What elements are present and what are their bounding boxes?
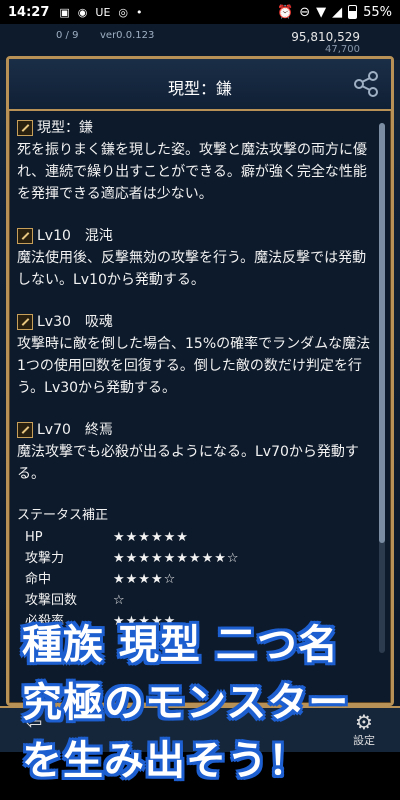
- status-key: 命中: [25, 572, 52, 587]
- section-title-text: Lv30 吸魂: [37, 314, 113, 330]
- notification-icons: ▣ ◉ UE ◎ •: [59, 6, 142, 19]
- status-row: HP ★★★★★★: [17, 527, 377, 548]
- section-body: 攻撃時に敵を倒した場合、15%の確率でランダムな魔法1つの使用回数を回復する。倒…: [17, 336, 371, 396]
- status-heading: ステータス補正: [17, 508, 109, 523]
- sword-icon: [17, 422, 33, 438]
- sword-icon: [17, 228, 33, 244]
- status-row: 命中 ★★★★☆: [17, 569, 377, 590]
- status-stars: ★★★★★★★★★☆: [113, 551, 240, 566]
- screen: 14:27 ▣ ◉ UE ◎ • ⏰ ⊖ ▼ ◢ 55% 0 / 9 ver0.…: [0, 0, 400, 800]
- section-title-text: Lv70 終焉: [37, 422, 113, 438]
- section-title-text: Lv10 混沌: [37, 228, 113, 244]
- modal-header: 現型：鎌: [9, 59, 391, 111]
- signal-icon: ◢: [332, 4, 343, 20]
- status-time: 14:27: [8, 4, 50, 20]
- status-stars: ★★★★★★: [113, 530, 189, 545]
- status-bar: 14:27 ▣ ◉ UE ◎ • ⏰ ⊖ ▼ ◢ 55%: [0, 0, 400, 24]
- section-title-text: 現型：鎌: [37, 120, 93, 136]
- dnd-icon: ⊖: [299, 4, 311, 20]
- status-stars: ★★★★☆: [113, 572, 177, 587]
- hud-coins: 95,810,529: [291, 30, 360, 44]
- hud-count: 0 / 9: [56, 30, 79, 41]
- scrollbar-thumb[interactable]: [379, 123, 385, 543]
- modal-title: 現型：鎌: [167, 79, 232, 98]
- hud-version: ver0.0.123: [100, 30, 155, 41]
- image-icon: ▣: [59, 5, 70, 19]
- status-key: 攻撃力: [25, 551, 65, 566]
- section: Lv10 混沌 魔法使用後、反撃無効の攻撃を行う。魔法反撃では発動しない。Lv1…: [17, 225, 377, 291]
- modal-content: 現型：鎌 死を振りまく鎌を現した姿。攻撃と魔法攻撃の両方に優れ、連続で繰り出すこ…: [17, 117, 377, 657]
- promo-overlay: 種族 現型 二つ名 究極のモンスター を生み出そう！: [0, 600, 400, 790]
- section-title: Lv30 吸魂: [17, 311, 377, 333]
- system-icons: ⏰ ⊖ ▼ ◢ 55%: [277, 5, 392, 20]
- section-title: Lv10 混沌: [17, 225, 377, 247]
- section-title: Lv70 終焉: [17, 419, 377, 441]
- section: Lv30 吸魂 攻撃時に敵を倒した場合、15%の確率でランダムな魔法1つの使用回…: [17, 311, 377, 399]
- hud-sub: 47,700: [325, 44, 360, 55]
- carrier-label: UE: [95, 5, 111, 19]
- section-body: 死を振りまく鎌を現した姿。攻撃と魔法攻撃の両方に優れ、連続で繰り出すことができる…: [17, 142, 367, 202]
- section: Lv70 終焉 魔法攻撃でも必殺が出るようになる。Lv70から発動する。: [17, 419, 377, 485]
- controller-icon: ◉: [77, 5, 88, 19]
- status-row: 攻撃力 ★★★★★★★★★☆: [17, 548, 377, 569]
- game-hud: 0 / 9 ver0.0.123 95,810,529 47,700: [0, 24, 400, 60]
- status-key: HP: [25, 530, 43, 545]
- sword-icon: [17, 314, 33, 330]
- section-title: 現型：鎌: [17, 117, 377, 139]
- sword-icon: [17, 120, 33, 136]
- section-body: 魔法攻撃でも必殺が出るようになる。Lv70から発動する。: [17, 444, 359, 482]
- promo-line-1: 種族 現型 二つ名: [22, 622, 339, 668]
- scrollbar[interactable]: [379, 123, 385, 653]
- section-body: 魔法使用後、反撃無効の攻撃を行う。魔法反撃では発動しない。Lv10から発動する。: [17, 250, 367, 288]
- instagram-icon: ◎: [118, 5, 129, 19]
- share-icon[interactable]: [351, 69, 381, 99]
- section: 現型：鎌 死を振りまく鎌を現した姿。攻撃と魔法攻撃の両方に優れ、連続で繰り出すこ…: [17, 117, 377, 205]
- battery-icon: [348, 5, 358, 19]
- dot-icon: •: [136, 5, 143, 19]
- wifi-icon: ▼: [316, 4, 327, 20]
- promo-line-2: 究極のモンスター: [22, 680, 350, 726]
- promo-line-3: を生み出そう！: [22, 738, 309, 784]
- battery-percent: 55%: [363, 4, 392, 20]
- alarm-icon: ⏰: [277, 4, 294, 20]
